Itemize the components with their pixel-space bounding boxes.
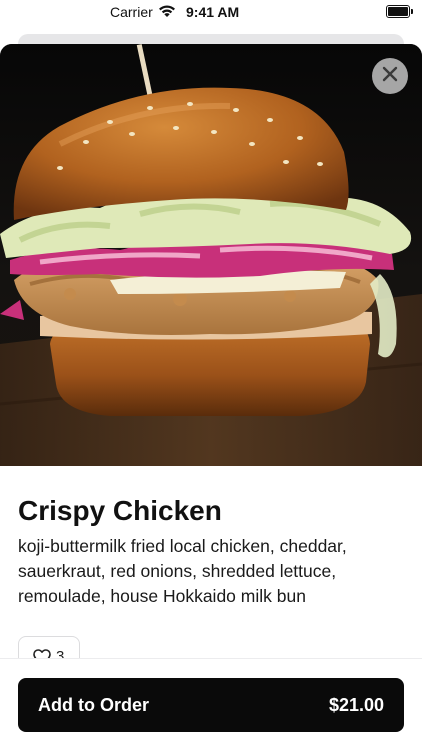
status-time: 9:41 AM bbox=[186, 4, 240, 20]
item-detail-modal: Crispy Chicken koji-buttermilk fried loc… bbox=[0, 44, 422, 750]
wifi-icon bbox=[158, 4, 176, 21]
add-to-order-button[interactable]: Add to Order $21.00 bbox=[18, 678, 404, 732]
order-price: $21.00 bbox=[328, 695, 384, 715]
order-footer: Add to Order $21.00 bbox=[0, 658, 422, 749]
item-description: koji-buttermilk fried local chicken, che… bbox=[18, 536, 347, 606]
item-photo bbox=[0, 44, 422, 466]
battery-icon bbox=[386, 5, 413, 18]
item-info: Crispy Chicken koji-buttermilk fried loc… bbox=[18, 494, 404, 609]
close-button[interactable] bbox=[372, 58, 408, 94]
carrier-label: Carrier bbox=[110, 4, 153, 20]
screen: Carrier 9:41 AM Crispy Chicken koji-butt… bbox=[0, 0, 422, 750]
close-icon bbox=[382, 66, 398, 87]
item-title: Crispy Chicken bbox=[18, 495, 222, 526]
add-to-order-label: Add to Order bbox=[38, 695, 149, 715]
status-bar: Carrier 9:41 AM bbox=[0, 0, 422, 26]
